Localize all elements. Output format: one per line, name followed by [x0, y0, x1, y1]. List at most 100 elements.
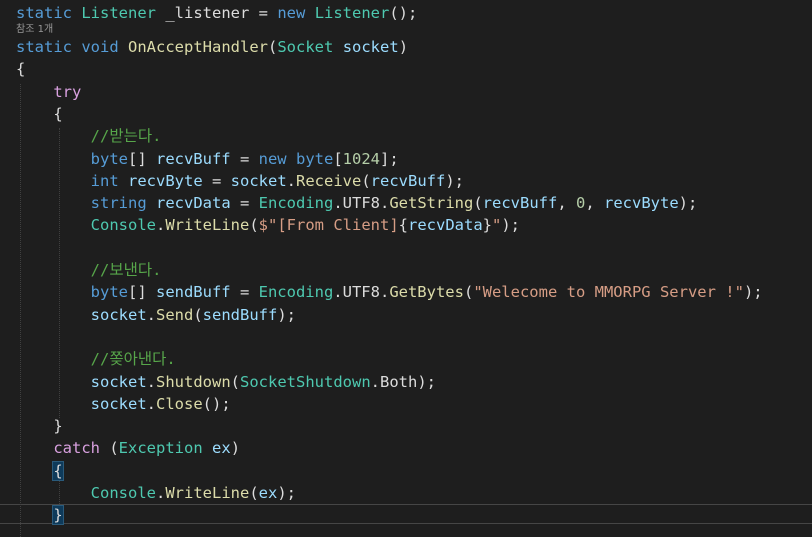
- code-line[interactable]: static void OnAcceptHandler(Socket socke…: [16, 36, 408, 58]
- code-token: }: [16, 417, 63, 436]
- code-token: Socket: [277, 38, 334, 56]
- code-token: SocketShutdown: [240, 372, 371, 391]
- code-token: Console: [90, 216, 156, 235]
- code-token: recvBuff: [155, 149, 231, 168]
- code-token: Listener: [314, 4, 390, 22]
- code-token: Encoding: [258, 194, 334, 213]
- code-line[interactable]: string recvData = Encoding.UTF8.GetStrin…: [16, 192, 698, 214]
- code-line[interactable]: socket.Shutdown(SocketShutdown.Both);: [16, 371, 436, 393]
- code-token: //쫒아낸다.: [90, 350, 176, 369]
- code-token: try: [53, 82, 82, 101]
- code-token: byte: [295, 149, 334, 168]
- code-token: ): [230, 439, 241, 458]
- code-token: socket: [90, 372, 147, 391]
- code-token: void: [81, 38, 119, 56]
- code-token: .: [379, 283, 390, 302]
- codelens-references[interactable]: 참조 1개: [16, 23, 53, 36]
- code-token: socket: [90, 394, 147, 413]
- code-token: Listener: [81, 4, 156, 22]
- code-token: recvByte: [128, 171, 203, 190]
- code-token: ,: [557, 194, 576, 213]
- code-line[interactable]: int recvByte = socket.Receive(recvBuff);: [16, 170, 464, 192]
- code-token: Exception: [118, 439, 203, 458]
- code-line[interactable]: Console.WriteLine(ex);: [16, 482, 296, 504]
- code-token: );: [678, 194, 698, 213]
- code-token: (: [230, 372, 240, 391]
- code-token: Console: [90, 484, 156, 502]
- code-token: WriteLine: [165, 216, 250, 235]
- code-token: string: [90, 194, 147, 213]
- code-line[interactable]: Console.WriteLine($"[From Client]{recvDa…: [16, 214, 520, 236]
- code-line[interactable]: {: [16, 103, 63, 125]
- code-token: );: [277, 484, 297, 502]
- matched-brace: }: [52, 505, 64, 526]
- code-token: int: [90, 171, 119, 190]
- code-line[interactable]: static Listener _listener = new Listener…: [16, 2, 417, 24]
- code-line[interactable]: //보낸다.: [16, 259, 162, 281]
- code-token: 0: [576, 194, 586, 213]
- code-token: }: [482, 216, 492, 235]
- code-token: (: [249, 484, 259, 502]
- code-token: recvData: [408, 216, 483, 235]
- code-token: (: [249, 216, 259, 235]
- code-line[interactable]: }: [16, 504, 64, 526]
- code-token: catch: [53, 439, 100, 458]
- code-token: ,: [585, 194, 605, 213]
- code-token: socket: [342, 38, 399, 56]
- code-editor[interactable]: 참조 1개 static Listener _listener = new Li…: [0, 0, 812, 537]
- code-token: ): [398, 38, 409, 56]
- code-token: (: [361, 171, 371, 190]
- code-token: _listener: [165, 4, 250, 22]
- code-line[interactable]: {: [16, 460, 64, 482]
- code-line[interactable]: //쫒아낸다.: [16, 348, 176, 370]
- code-token: Encoding: [258, 283, 334, 302]
- code-line[interactable]: }: [16, 415, 63, 437]
- matched-brace: {: [52, 460, 64, 481]
- code-token: WriteLine: [165, 484, 250, 502]
- code-token: sendBuff: [155, 283, 231, 302]
- code-token: //보낸다.: [90, 261, 162, 279]
- code-token: );: [445, 171, 464, 190]
- code-token: OnAcceptHandler: [128, 38, 268, 56]
- code-token: .: [370, 372, 380, 391]
- code-token: (: [100, 439, 119, 458]
- code-token: GetString: [389, 194, 474, 213]
- code-token: (: [193, 305, 203, 324]
- code-token: .: [155, 484, 166, 502]
- code-line[interactable]: socket.Send(sendBuff);: [16, 304, 296, 326]
- code-token: {: [16, 104, 63, 123]
- code-line[interactable]: socket.Close();: [16, 393, 231, 415]
- code-token: socket: [90, 305, 147, 324]
- code-token: byte: [90, 149, 128, 168]
- code-token: =: [230, 194, 259, 213]
- code-token: UTF8: [342, 283, 380, 302]
- code-token: .: [333, 194, 343, 213]
- code-token: [: [333, 149, 343, 168]
- code-line[interactable]: try: [16, 81, 81, 103]
- code-token: .: [333, 283, 343, 302]
- code-token: static: [16, 4, 72, 22]
- code-token: GetBytes: [389, 283, 464, 302]
- code-line[interactable]: byte[] recvBuff = new byte[1024];: [16, 148, 399, 170]
- code-token: Close: [156, 394, 203, 413]
- code-token: recvBuff: [370, 171, 446, 190]
- code-line[interactable]: catch (Exception ex): [16, 437, 240, 459]
- code-token: Receive: [296, 171, 362, 190]
- code-token: );: [277, 305, 296, 324]
- code-line[interactable]: //받는다.: [16, 125, 162, 147]
- code-token: =: [230, 283, 259, 302]
- code-line[interactable]: byte[] sendBuff = Encoding.UTF8.GetBytes…: [16, 281, 763, 303]
- code-line[interactable]: {: [16, 58, 25, 80]
- code-token: .: [146, 372, 156, 391]
- code-token: {: [398, 216, 408, 235]
